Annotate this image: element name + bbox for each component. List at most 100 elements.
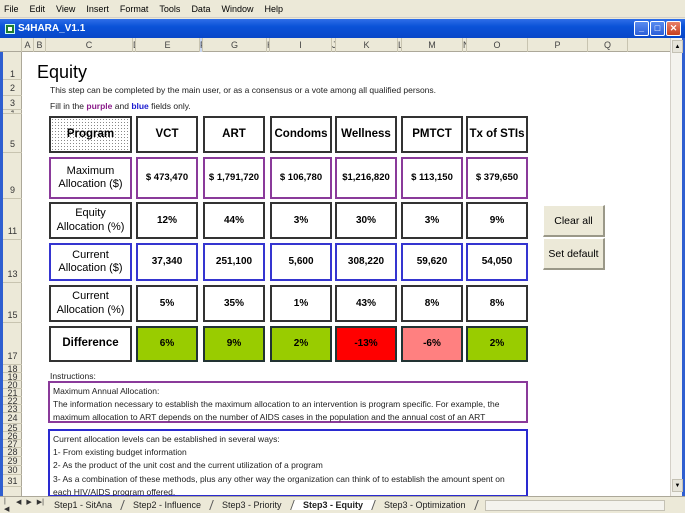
max-allocation-art[interactable]: $ 1,791,720: [203, 157, 265, 199]
difference-art: 9%: [203, 326, 265, 362]
workbook-title: S4HARA_V1.1: [18, 23, 86, 34]
next-tab-icon[interactable]: ▶: [26, 498, 31, 513]
difference-tx-of-stis: 2%: [466, 326, 528, 362]
tab-step3-priority[interactable]: Step3 - Priority: [210, 500, 295, 510]
row-15[interactable]: 15: [3, 283, 22, 323]
first-tab-icon[interactable]: |◀: [4, 498, 11, 513]
box1-line-1: Maximum Annual Allocation:: [53, 386, 160, 396]
fill-blue: blue: [131, 101, 149, 111]
current-allocation-dollars-art[interactable]: 251,100: [203, 243, 265, 281]
row-30[interactable]: 30: [3, 466, 22, 475]
current-allocation-dollars-vct[interactable]: 37,340: [136, 243, 198, 281]
row-label-current-allocation-percent: Current Allocation (%): [49, 285, 132, 322]
row-2[interactable]: 2: [3, 80, 22, 96]
menu-edit[interactable]: Edit: [30, 4, 46, 14]
box1-line-3: maximum allocation to ART depends on the…: [53, 412, 486, 423]
fill-prefix: Fill in the: [50, 101, 85, 111]
col-e[interactable]: E: [136, 38, 200, 52]
minimize-button[interactable]: _: [634, 21, 649, 36]
col-g[interactable]: G: [203, 38, 267, 52]
max-allocation-wellness[interactable]: $1,216,820: [335, 157, 397, 199]
box1-line-2: The information necessary to establish t…: [53, 399, 500, 410]
menu-help[interactable]: Help: [264, 4, 283, 14]
box2-line-1: Current allocation levels can be establi…: [53, 434, 280, 444]
col-p[interactable]: P: [528, 38, 588, 52]
col-b[interactable]: B: [34, 38, 46, 52]
prev-tab-icon[interactable]: ◀: [16, 498, 21, 513]
scroll-down-arrow-icon[interactable]: ▼: [672, 479, 683, 492]
tab-step3-equity[interactable]: Step3 - Equity: [290, 500, 376, 510]
row-label-maximum-allocation: Maximum Allocation ($): [49, 157, 132, 199]
box2-line-2: 1- From existing budget information: [53, 447, 187, 458]
menu-format[interactable]: Format: [120, 4, 149, 14]
tab-step2-influence[interactable]: Step2 - Influence: [121, 500, 214, 510]
vertical-scrollbar[interactable]: ▲ ▼: [670, 38, 685, 496]
current-allocation-percent-tx-of-stis: 8%: [466, 285, 528, 322]
menu-file[interactable]: File: [4, 4, 19, 14]
equity-allocation-wellness: 30%: [335, 202, 397, 239]
current-allocation-instructions-box: Current allocation levels can be establi…: [48, 429, 528, 497]
col-i[interactable]: I: [270, 38, 332, 52]
select-all-corner[interactable]: [0, 38, 22, 52]
tab-step1-sitana[interactable]: Step1 - SitAna: [42, 500, 125, 510]
equity-allocation-vct: 12%: [136, 202, 198, 239]
menu-insert[interactable]: Insert: [86, 4, 109, 14]
scroll-up-arrow-icon[interactable]: ▲: [672, 40, 683, 53]
col-a[interactable]: A: [22, 38, 34, 52]
row-9[interactable]: 9: [3, 153, 22, 199]
horizontal-scrollbar[interactable]: [485, 500, 665, 511]
col-m[interactable]: M: [402, 38, 463, 52]
row-5[interactable]: 5: [3, 114, 22, 153]
instructions-label: Instructions:: [50, 371, 96, 381]
col-q[interactable]: Q: [588, 38, 628, 52]
max-allocation-instructions-box: Maximum Annual Allocation: The informati…: [48, 381, 528, 423]
program-pmtct: PMTCT: [401, 116, 463, 153]
current-allocation-dollars-tx-of-stis[interactable]: 54,050: [466, 243, 528, 281]
max-allocation-vct[interactable]: $ 473,470: [136, 157, 198, 199]
row-1[interactable]: 1: [3, 52, 22, 80]
fill-and: and: [114, 101, 129, 111]
row-header: 1 2 3 4 5 9 11 13 15 17 18 19 20 21 22 2…: [0, 52, 22, 496]
row-3[interactable]: 3: [3, 96, 22, 110]
menu-view[interactable]: View: [56, 4, 75, 14]
row-label-difference: Difference: [49, 326, 132, 362]
box2-line-4: 3- As a combination of these methods, pl…: [53, 473, 505, 484]
clear-all-button[interactable]: Clear all: [543, 205, 605, 237]
current-allocation-percent-vct: 5%: [136, 285, 198, 322]
max-allocation-condoms[interactable]: $ 106,780: [270, 157, 332, 199]
current-allocation-dollars-condoms[interactable]: 5,600: [270, 243, 332, 281]
menu-data[interactable]: Data: [191, 4, 210, 14]
max-allocation-tx-of-stis[interactable]: $ 379,650: [466, 157, 528, 199]
tab-step3-optimization[interactable]: Step3 - Optimization: [371, 500, 479, 510]
subtitle: This step can be completed by the main u…: [50, 85, 437, 95]
row-11[interactable]: 11: [3, 199, 22, 240]
difference-wellness: -13%: [335, 326, 397, 362]
maximize-button[interactable]: □: [650, 21, 665, 36]
current-allocation-dollars-wellness[interactable]: 308,220: [335, 243, 397, 281]
page-title: Equity: [37, 62, 88, 82]
tab-label: Step2 - Influence: [133, 500, 202, 510]
program-vct: VCT: [136, 116, 198, 153]
row-13[interactable]: 13: [3, 240, 22, 283]
equity-allocation-pmtct: 3%: [401, 202, 463, 239]
current-allocation-dollars-pmtct[interactable]: 59,620: [401, 243, 463, 281]
close-button[interactable]: ✕: [666, 21, 681, 36]
fill-purple: purple: [86, 101, 113, 111]
max-allocation-pmtct[interactable]: $ 113,150: [401, 157, 463, 199]
menu-tools[interactable]: Tools: [159, 4, 180, 14]
box2-line-3: 2- As the product of the unit cost and t…: [53, 460, 323, 471]
col-c[interactable]: C: [46, 38, 133, 52]
program-tx-of-stis: Tx of STIs: [466, 116, 528, 153]
set-default-button[interactable]: Set default: [543, 238, 605, 270]
col-k[interactable]: K: [336, 38, 398, 52]
menu-window[interactable]: Window: [221, 4, 253, 14]
col-o[interactable]: O: [467, 38, 528, 52]
fill-suffix: fields only.: [151, 101, 191, 111]
column-header: A B C D E F G H I J K L M N O P Q: [0, 38, 685, 52]
current-allocation-percent-wellness: 43%: [335, 285, 397, 322]
row-23[interactable]: 23: [3, 405, 22, 414]
current-allocation-percent-pmtct: 8%: [401, 285, 463, 322]
row-17[interactable]: 17: [3, 323, 22, 365]
row-label-equity-allocation: Equity Allocation (%): [49, 202, 132, 239]
row-31[interactable]: 31: [3, 475, 22, 487]
